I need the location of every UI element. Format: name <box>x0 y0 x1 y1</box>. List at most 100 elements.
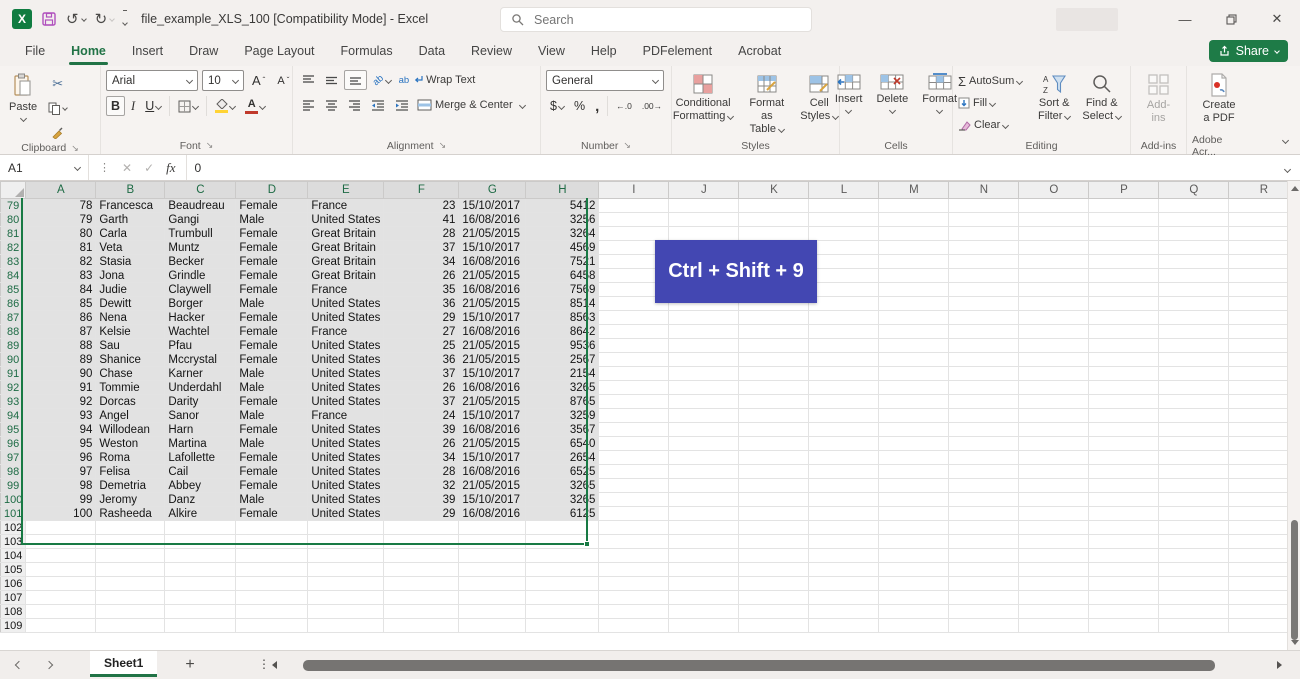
format-as-table-button[interactable]: Format as Table <box>745 70 788 137</box>
cell-E87[interactable]: United States <box>308 311 384 325</box>
cell-A93[interactable]: 92 <box>26 395 96 409</box>
cell-H82[interactable]: 4569 <box>526 241 599 255</box>
cell-G80[interactable]: 16/08/2016 <box>459 213 526 227</box>
cell-J104[interactable] <box>669 549 739 563</box>
enter-icon[interactable]: ✓ <box>144 161 154 175</box>
cell-L84[interactable] <box>809 269 879 283</box>
cell-G107[interactable] <box>459 591 526 605</box>
cell-F92[interactable]: 26 <box>384 381 459 395</box>
cell-O105[interactable] <box>1019 563 1089 577</box>
cell-N92[interactable] <box>949 381 1019 395</box>
row-header-89[interactable]: 89 <box>1 339 26 353</box>
cell-K95[interactable] <box>739 423 809 437</box>
cell-K88[interactable] <box>739 325 809 339</box>
cell-G103[interactable] <box>459 535 526 549</box>
cell-J109[interactable] <box>669 619 739 633</box>
undo-button[interactable]: ↺ <box>66 12 86 27</box>
cell-J102[interactable] <box>669 521 739 535</box>
column-header-F[interactable]: F <box>384 182 459 199</box>
row-header-92[interactable]: 92 <box>1 381 26 395</box>
cell-L100[interactable] <box>809 493 879 507</box>
cell-N89[interactable] <box>949 339 1019 353</box>
cell-J95[interactable] <box>669 423 739 437</box>
cell-P80[interactable] <box>1089 213 1159 227</box>
cell-Q79[interactable] <box>1159 199 1229 213</box>
cell-K105[interactable] <box>739 563 809 577</box>
cell-Q98[interactable] <box>1159 465 1229 479</box>
cell-L94[interactable] <box>809 409 879 423</box>
cell-Q80[interactable] <box>1159 213 1229 227</box>
cell-D95[interactable]: Female <box>236 423 308 437</box>
cell-H109[interactable] <box>526 619 599 633</box>
cell-C81[interactable]: Trumbull <box>165 227 236 241</box>
cell-K106[interactable] <box>739 577 809 591</box>
cell-P106[interactable] <box>1089 577 1159 591</box>
cell-N107[interactable] <box>949 591 1019 605</box>
cell-A92[interactable]: 91 <box>26 381 96 395</box>
row-header-79[interactable]: 79 <box>1 199 26 213</box>
cell-E107[interactable] <box>308 591 384 605</box>
cell-O99[interactable] <box>1019 479 1089 493</box>
cell-O84[interactable] <box>1019 269 1089 283</box>
cell-C94[interactable]: Sanor <box>165 409 236 423</box>
cell-A107[interactable] <box>26 591 96 605</box>
cell-I106[interactable] <box>599 577 669 591</box>
cell-Q100[interactable] <box>1159 493 1229 507</box>
cell-O89[interactable] <box>1019 339 1089 353</box>
cell-Q81[interactable] <box>1159 227 1229 241</box>
cell-O97[interactable] <box>1019 451 1089 465</box>
cell-H84[interactable]: 6458 <box>526 269 599 283</box>
cell-K104[interactable] <box>739 549 809 563</box>
tab-pdfelement[interactable]: PDFelement <box>630 39 725 66</box>
cell-H90[interactable]: 2567 <box>526 353 599 367</box>
cell-Q86[interactable] <box>1159 297 1229 311</box>
cell-H97[interactable]: 2654 <box>526 451 599 465</box>
cell-L92[interactable] <box>809 381 879 395</box>
cell-C92[interactable]: Underdahl <box>165 381 236 395</box>
cell-B101[interactable]: Rasheeda <box>96 507 165 521</box>
cell-P79[interactable] <box>1089 199 1159 213</box>
cell-K81[interactable] <box>739 227 809 241</box>
cell-O100[interactable] <box>1019 493 1089 507</box>
cell-C79[interactable]: Beaudreau <box>165 199 236 213</box>
cell-N103[interactable] <box>949 535 1019 549</box>
percent-style-button[interactable]: % <box>570 96 589 116</box>
cell-K109[interactable] <box>739 619 809 633</box>
cell-O81[interactable] <box>1019 227 1089 241</box>
cell-Q84[interactable] <box>1159 269 1229 283</box>
cell-D102[interactable] <box>236 521 308 535</box>
column-header-B[interactable]: B <box>96 182 165 199</box>
scroll-up-arrow[interactable] <box>1291 186 1299 191</box>
cell-F103[interactable] <box>384 535 459 549</box>
cell-B95[interactable]: Willodean <box>96 423 165 437</box>
cell-N85[interactable] <box>949 283 1019 297</box>
cell-O108[interactable] <box>1019 605 1089 619</box>
cell-J90[interactable] <box>669 353 739 367</box>
cell-H91[interactable]: 2154 <box>526 367 599 381</box>
cell-B87[interactable]: Nena <box>96 311 165 325</box>
scroll-down-arrow[interactable] <box>1291 640 1299 645</box>
cell-C99[interactable]: Abbey <box>165 479 236 493</box>
column-header-L[interactable]: L <box>809 182 879 199</box>
tab-insert[interactable]: Insert <box>119 39 176 66</box>
tab-review[interactable]: Review <box>458 39 525 66</box>
cell-J98[interactable] <box>669 465 739 479</box>
cell-M94[interactable] <box>879 409 949 423</box>
cell-I88[interactable] <box>599 325 669 339</box>
row-header-100[interactable]: 100 <box>1 493 26 507</box>
cell-F87[interactable]: 29 <box>384 311 459 325</box>
cell-L82[interactable] <box>809 241 879 255</box>
row-header-103[interactable]: 103 <box>1 535 26 549</box>
cell-J79[interactable] <box>669 199 739 213</box>
cell-D104[interactable] <box>236 549 308 563</box>
cell-I79[interactable] <box>599 199 669 213</box>
cell-M95[interactable] <box>879 423 949 437</box>
cell-E79[interactable]: France <box>308 199 384 213</box>
cell-G86[interactable]: 21/05/2015 <box>459 297 526 311</box>
cell-L85[interactable] <box>809 283 879 297</box>
cell-H104[interactable] <box>526 549 599 563</box>
row-header-81[interactable]: 81 <box>1 227 26 241</box>
cell-B98[interactable]: Felisa <box>96 465 165 479</box>
cell-Q103[interactable] <box>1159 535 1229 549</box>
cell-L98[interactable] <box>809 465 879 479</box>
